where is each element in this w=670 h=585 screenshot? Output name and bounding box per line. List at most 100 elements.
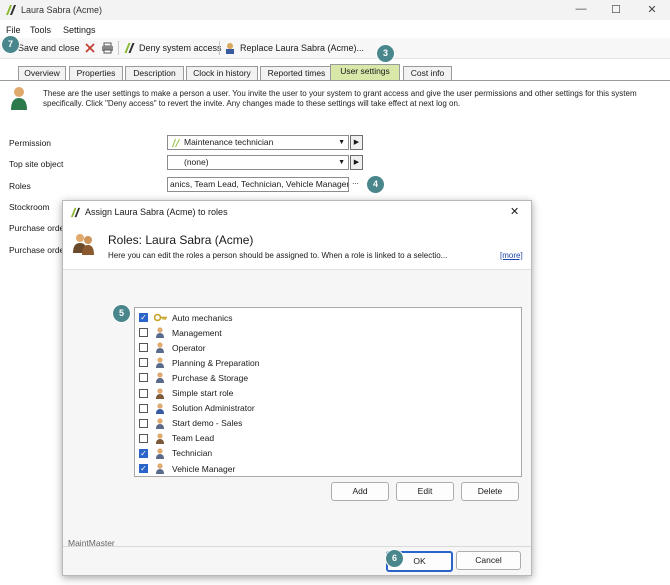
delete-tool-button[interactable] (84, 41, 96, 55)
stockroom-label: Stockroom (9, 202, 50, 212)
role-item[interactable]: Planning & Preparation (139, 355, 509, 370)
dialog-description: Here you can edit the roles a person sho… (108, 251, 448, 260)
more-link[interactable]: [more] (500, 251, 523, 260)
tab-user-settings[interactable]: User settings (330, 64, 400, 80)
replace-person-label: Replace Laura Sabra (Acme)... (240, 43, 365, 53)
toolbar-divider (118, 41, 119, 55)
person-icon (156, 327, 164, 339)
top-site-navigate-button[interactable]: ▶ (350, 155, 363, 170)
people-icon (156, 387, 164, 399)
edit-button[interactable]: Edit (396, 482, 454, 501)
minimize-button[interactable]: — (570, 3, 592, 15)
role-checkbox[interactable]: ✓ (139, 448, 148, 458)
tab-overview[interactable]: Overview (18, 66, 66, 80)
role-label: Planning & Preparation (172, 357, 260, 368)
cancel-button[interactable]: Cancel (456, 551, 521, 570)
permission-combo[interactable]: Maintenance technician ▼ (167, 135, 349, 150)
tab-clock-in-history[interactable]: Clock in history (186, 66, 258, 80)
dialog-title: Assign Laura Sabra (Acme) to roles (85, 207, 228, 217)
dialog-titlebar: Assign Laura Sabra (Acme) to roles ✕ (63, 201, 531, 223)
purchase-order-label: Purchase orde (9, 223, 65, 233)
roles-label: Roles (9, 181, 31, 191)
role-label: Start demo - Sales (172, 418, 243, 429)
footer-divider (63, 546, 531, 547)
people-icon (156, 433, 164, 444)
deny-system-access-button[interactable]: Deny system access (123, 41, 222, 55)
roles-list: ✓ Auto mechanics Management Operator Plannin… (134, 307, 522, 477)
tab-cost-info[interactable]: Cost info (403, 66, 452, 80)
permission-level-icon (172, 139, 180, 147)
maximize-button[interactable]: ☐ (605, 3, 627, 16)
role-checkbox[interactable] (139, 433, 148, 443)
role-checkbox[interactable] (139, 373, 148, 383)
role-label: Vehicle Manager (172, 463, 236, 474)
scissors-icon (85, 43, 95, 53)
permission-label: Permission (9, 138, 52, 148)
step-badge-5: 5 (113, 305, 130, 322)
role-item[interactable]: Operator (139, 340, 509, 355)
role-item[interactable]: ✓ Technician (139, 446, 509, 461)
assign-roles-dialog: Assign Laura Sabra (Acme) to roles ✕ Rol… (62, 200, 532, 576)
role-checkbox[interactable] (139, 403, 148, 413)
role-label: Operator (172, 342, 206, 353)
roles-people-icon (73, 234, 94, 255)
step-badge-4: 4 (367, 176, 384, 193)
dropdown-arrow-icon: ▼ (338, 139, 345, 146)
role-item[interactable]: Team Lead (139, 431, 509, 446)
role-label: Management (172, 327, 222, 338)
top-site-object-label: Top site object (9, 159, 64, 169)
maintmaster-logo-icon (6, 5, 16, 15)
print-button[interactable] (101, 41, 114, 55)
person-icon (156, 418, 164, 429)
roles-value: anics, Team Lead, Technician, Vehicle Ma… (170, 179, 349, 189)
role-item[interactable]: Purchase & Storage (139, 370, 509, 385)
save-and-close-button[interactable]: Save and close (18, 41, 80, 55)
delete-button[interactable]: Delete (461, 482, 519, 501)
step-badge-7: 7 (2, 36, 19, 53)
role-label: Simple start role (172, 388, 234, 398)
deny-system-access-label: Deny system access (139, 43, 222, 53)
role-item[interactable]: Start demo - Sales (139, 416, 509, 431)
purchase-order-label-2: Purchase orde (9, 245, 65, 255)
tab-bar: Overview Properties Description Clock in… (0, 64, 670, 81)
role-checkbox[interactable]: ✓ (139, 313, 148, 322)
role-checkbox[interactable] (139, 418, 148, 428)
person-icon (156, 342, 164, 354)
person-icon (156, 448, 164, 459)
close-window-button[interactable]: ✕ (641, 3, 663, 16)
role-item[interactable]: Management (139, 325, 509, 340)
role-label: Solution Administrator (172, 403, 255, 414)
add-button[interactable]: Add (331, 482, 389, 501)
role-checkbox[interactable] (139, 343, 148, 353)
role-item[interactable]: Simple start role (139, 386, 509, 401)
role-checkbox[interactable] (139, 358, 148, 368)
roles-browse-button[interactable]: ... (350, 177, 361, 190)
permission-navigate-button[interactable]: ▶ (350, 135, 363, 150)
replace-person-button[interactable]: Replace Laura Sabra (Acme)... (224, 41, 364, 55)
role-item[interactable]: ✓ Vehicle Manager (139, 461, 509, 476)
tab-properties[interactable]: Properties (69, 66, 123, 80)
tab-description[interactable]: Description (125, 66, 184, 80)
role-checkbox[interactable] (139, 328, 148, 338)
dialog-close-button[interactable]: ✕ (510, 205, 519, 218)
role-item[interactable]: ✓ Auto mechanics (139, 310, 509, 325)
role-item[interactable]: Solution Administrator (139, 401, 509, 416)
role-checkbox[interactable]: ✓ (139, 464, 148, 473)
user-settings-info: These are the user settings to make a pe… (43, 89, 637, 108)
dialog-header: Roles: Laura Sabra (Acme) Here you can e… (63, 223, 531, 270)
role-label: Team Lead (172, 433, 215, 444)
top-site-object-combo[interactable]: (none) ▼ (167, 155, 349, 170)
menu-settings[interactable]: Settings (63, 25, 96, 35)
tab-reported-times[interactable]: Reported times (260, 66, 333, 80)
role-checkbox[interactable] (139, 388, 148, 398)
role-label: Technician (172, 448, 213, 459)
window-titlebar: Laura Sabra (Acme) — ☐ ✕ (0, 0, 670, 20)
maintmaster-logo-icon (124, 43, 135, 53)
replace-user-icon (226, 43, 234, 54)
roles-field[interactable]: anics, Team Lead, Technician, Vehicle Ma… (167, 177, 349, 192)
menu-tools[interactable]: Tools (30, 25, 51, 35)
menu-file[interactable]: File (6, 25, 21, 35)
key-icon (154, 313, 167, 322)
person-icon (156, 357, 164, 369)
save-and-close-label: Save and close (18, 43, 80, 53)
